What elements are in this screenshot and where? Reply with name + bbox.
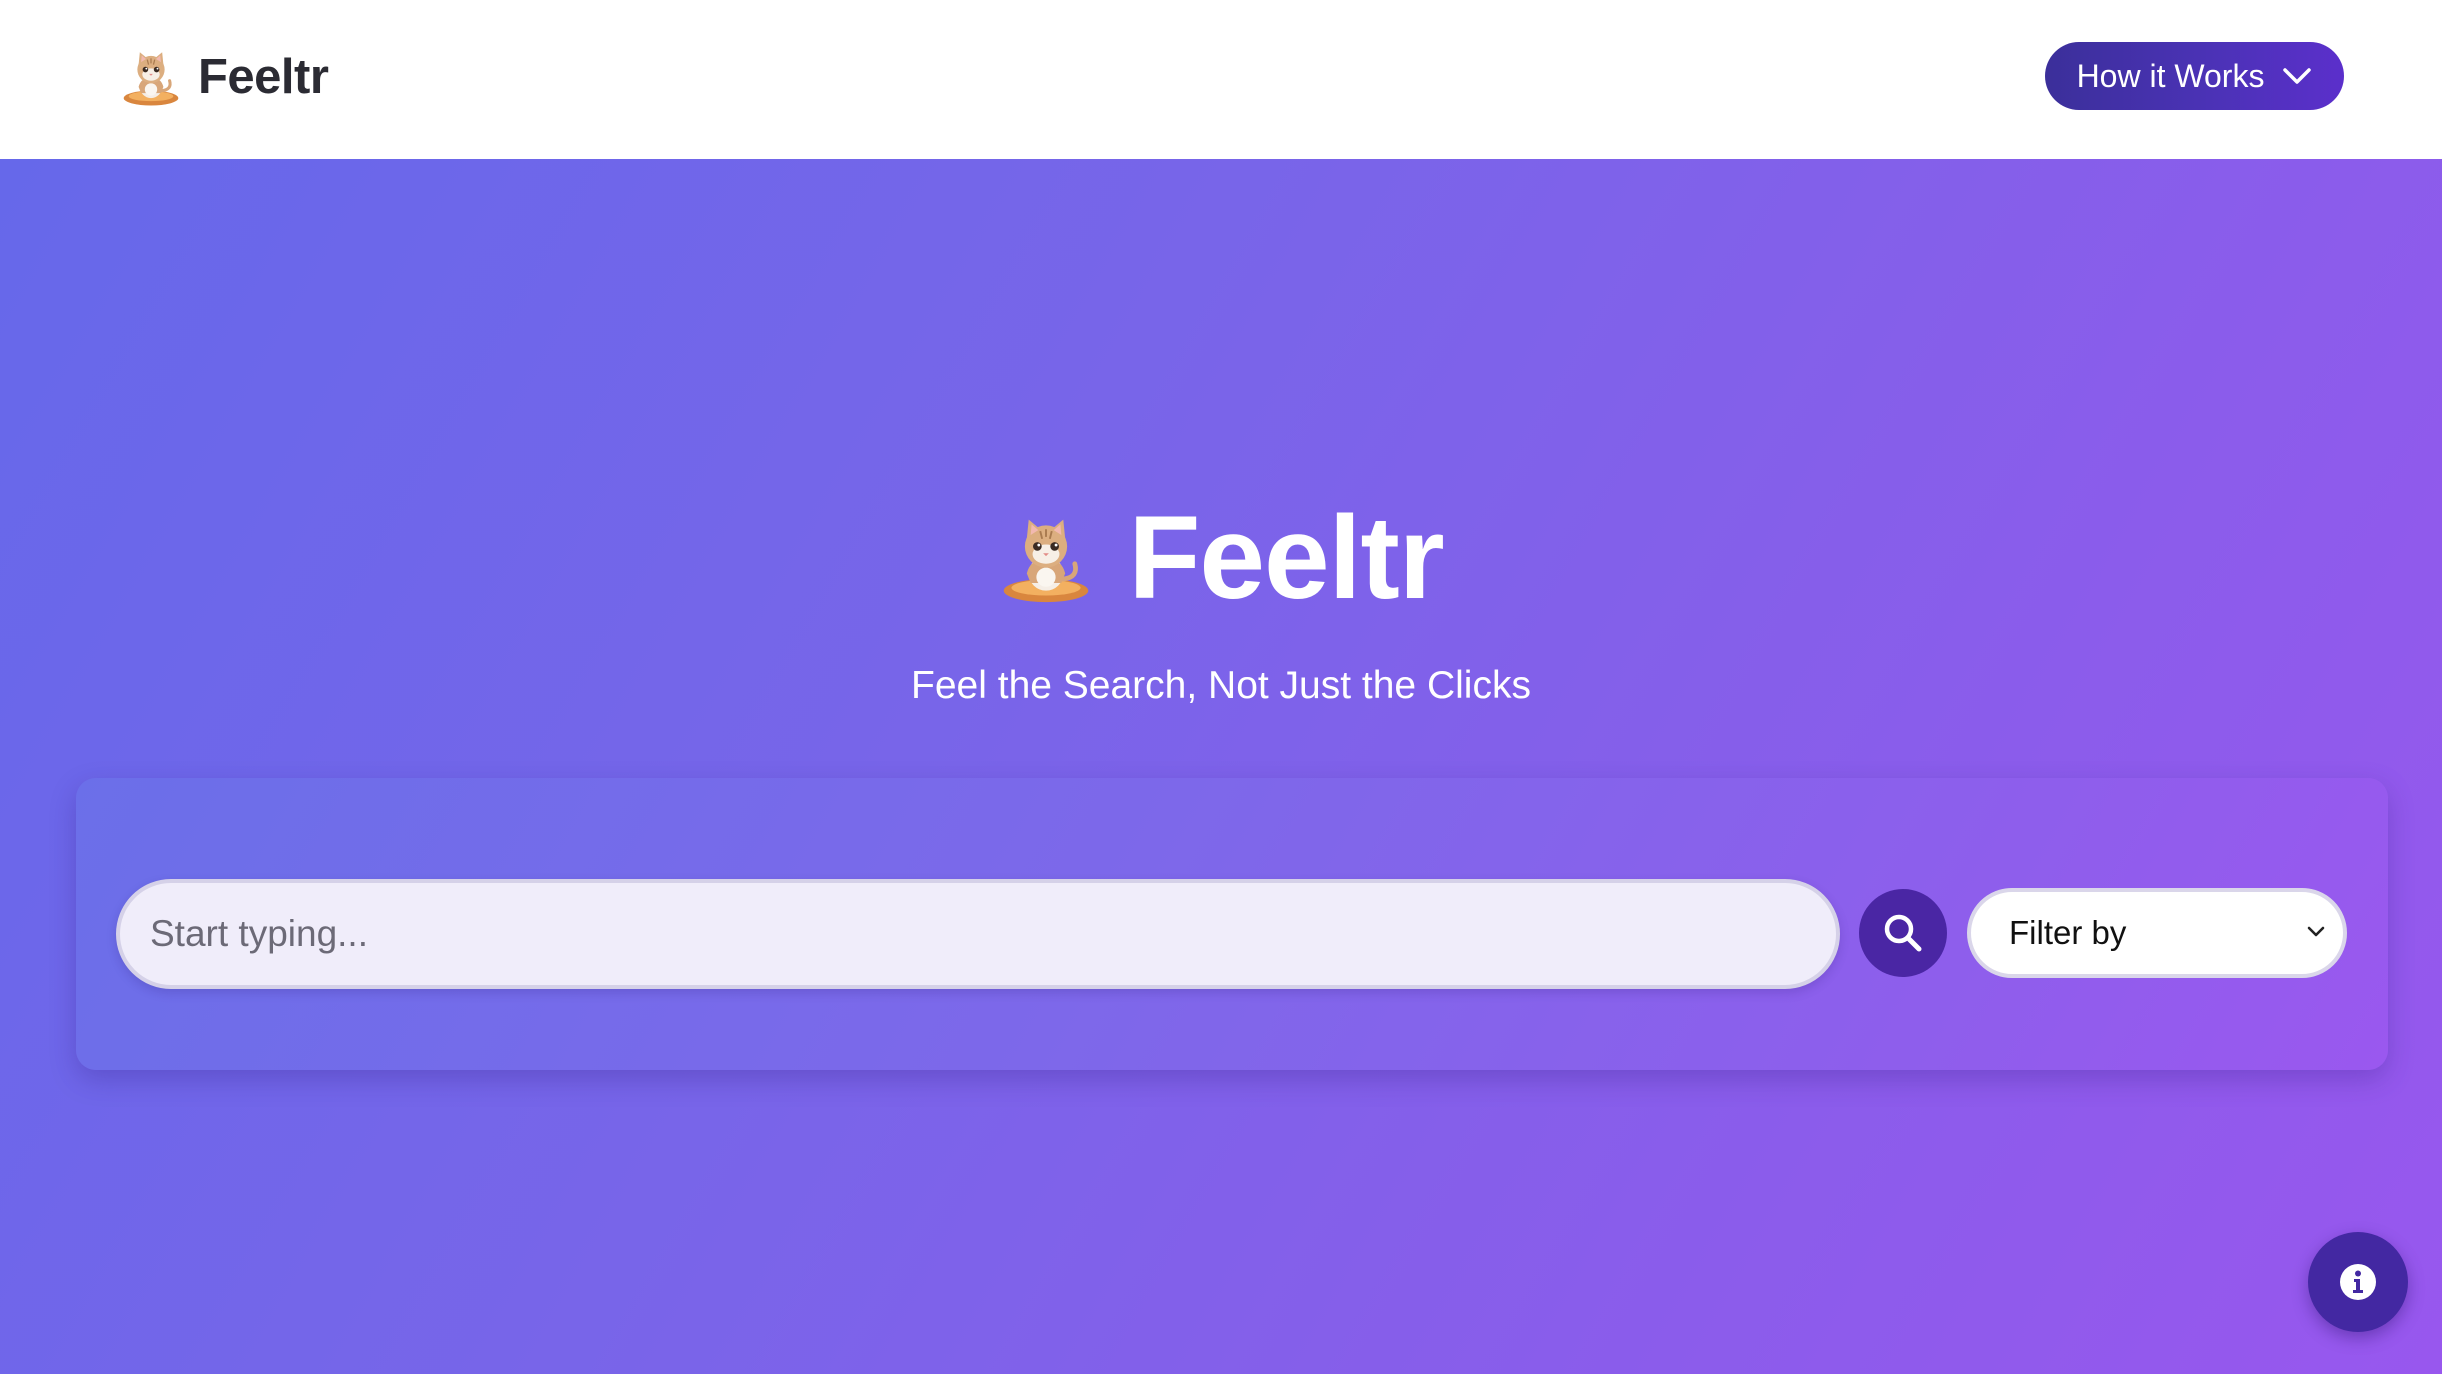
how-it-works-label: How it Works: [2076, 57, 2265, 94]
search-input[interactable]: [116, 879, 1840, 989]
hero-title: Feeltr: [0, 499, 2442, 617]
hero-section: Feeltr Feel the Search, Not Just the Cli…: [0, 159, 2442, 1374]
search-button[interactable]: [1859, 889, 1947, 977]
how-it-works-button[interactable]: How it Works: [2045, 42, 2344, 110]
brand-name: Feeltr: [198, 50, 329, 104]
info-button[interactable]: [2308, 1232, 2408, 1332]
info-icon: [2340, 1264, 2376, 1300]
top-header: Feeltr How it Works: [0, 0, 2442, 159]
cat-mascot-icon: [1004, 519, 1089, 603]
filter-selected-value: Filter by: [2009, 914, 2127, 951]
hero-heading: Feeltr: [1128, 492, 1444, 624]
chevron-down-icon: [2283, 68, 2312, 84]
hero-tagline: Feel the Search, Not Just the Clicks: [911, 664, 1531, 707]
cat-mascot-icon: [123, 52, 179, 106]
chevron-down-icon: [2307, 926, 2325, 937]
filter-dropdown[interactable]: Filter by: [1967, 888, 2347, 978]
search-panel: Filter by: [76, 778, 2388, 1070]
search-icon: [1884, 914, 1922, 952]
brand-logo[interactable]: Feeltr: [120, 44, 329, 110]
